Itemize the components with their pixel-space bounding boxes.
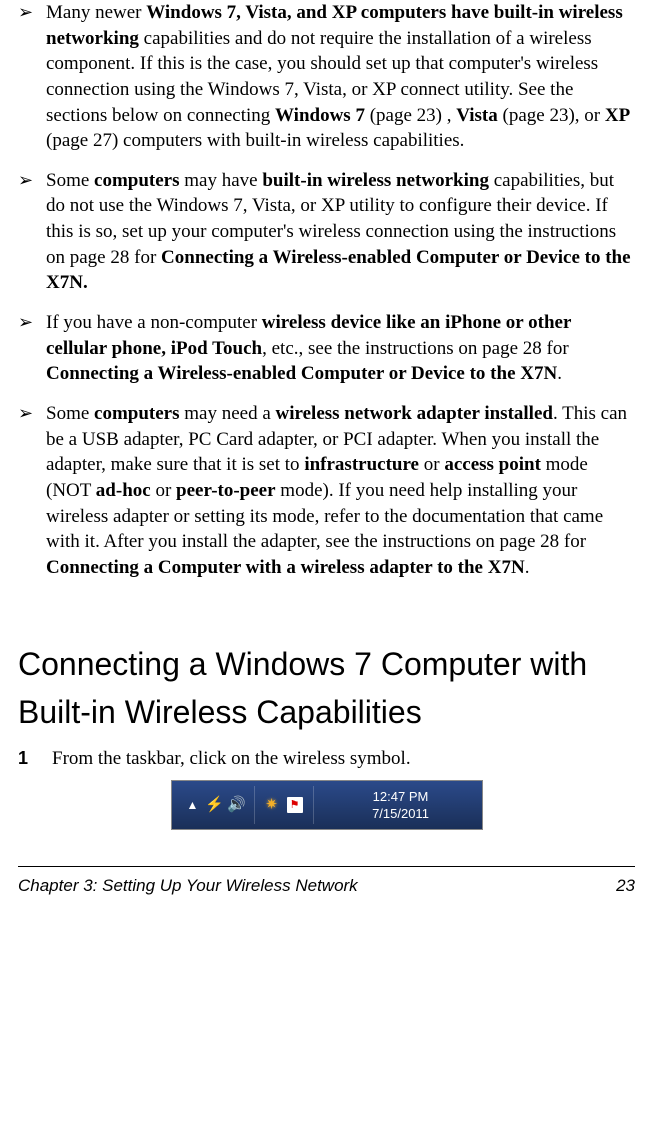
divider — [254, 786, 255, 824]
bold-text: Vista — [456, 105, 498, 126]
text: (page 23), or — [498, 105, 605, 126]
divider — [313, 786, 314, 824]
show-hidden-icons-icon: ▲ — [182, 797, 204, 813]
step-text: From the taskbar, click on the wireless … — [52, 746, 411, 772]
page-footer: Chapter 3: Setting Up Your Wireless Netw… — [18, 866, 635, 898]
text: . — [525, 557, 530, 578]
text: , etc., see the instructions on page 28 … — [262, 338, 569, 359]
bullet-item: Some computers may need a wireless netwo… — [18, 401, 635, 580]
step-number: 1 — [18, 746, 32, 772]
bold-text: access point — [444, 454, 541, 475]
bullet-item: If you have a non-computer wireless devi… — [18, 310, 635, 387]
wireless-icon: ✷ — [261, 795, 283, 815]
volume-icon: 🔊 — [226, 795, 248, 815]
bold-text: computers — [94, 403, 179, 424]
bullet-list: Many newer Windows 7, Vista, and XP comp… — [18, 0, 635, 580]
text: If you have a non-computer — [46, 312, 262, 333]
bold-text: peer-to-peer — [176, 480, 276, 501]
bold-text: infrastructure — [304, 454, 419, 475]
clock-time: 12:47 PM — [320, 788, 482, 806]
power-icon: ⚡ — [204, 795, 226, 815]
taskbar: ▲ ⚡ 🔊 ✷ ⚑ 12:47 PM 7/15/2011 — [171, 780, 483, 830]
page-number: 23 — [616, 875, 635, 898]
text: . — [557, 363, 562, 384]
bold-text: built-in wireless networking — [262, 170, 489, 191]
system-clock: 12:47 PM 7/15/2011 — [320, 788, 482, 823]
clock-date: 7/15/2011 — [320, 805, 482, 823]
bullet-item: Some computers may have built-in wireles… — [18, 168, 635, 296]
step-row: 1 From the taskbar, click on the wireles… — [18, 746, 635, 772]
bold-text: wireless network adapter installed — [276, 403, 553, 424]
bold-text: Connecting a Computer with a wireless ad… — [46, 557, 525, 578]
text: Some — [46, 403, 94, 424]
bold-text: Connecting a Wireless-enabled Computer o… — [46, 363, 557, 384]
chapter-label: Chapter 3: Setting Up Your Wireless Netw… — [18, 875, 358, 898]
bold-text: Windows 7 — [275, 105, 365, 126]
action-center-icon: ⚑ — [287, 797, 303, 813]
text: may have — [180, 170, 263, 191]
text: may need a — [180, 403, 276, 424]
taskbar-screenshot: ▲ ⚡ 🔊 ✷ ⚑ 12:47 PM 7/15/2011 — [18, 780, 635, 830]
bold-text: computers — [94, 170, 179, 191]
bold-text: ad-hoc — [96, 480, 151, 501]
bullet-item: Many newer Windows 7, Vista, and XP comp… — [18, 0, 635, 154]
text: or — [151, 480, 176, 501]
text: (page 23) , — [365, 105, 456, 126]
text: Many newer — [46, 2, 146, 23]
text: (page 27) computers with built-in wirele… — [46, 130, 464, 151]
text: Some — [46, 170, 94, 191]
text: or — [419, 454, 444, 475]
section-heading: Connecting a Windows 7 Computer with Bui… — [18, 640, 635, 736]
bold-text: XP — [605, 105, 630, 126]
